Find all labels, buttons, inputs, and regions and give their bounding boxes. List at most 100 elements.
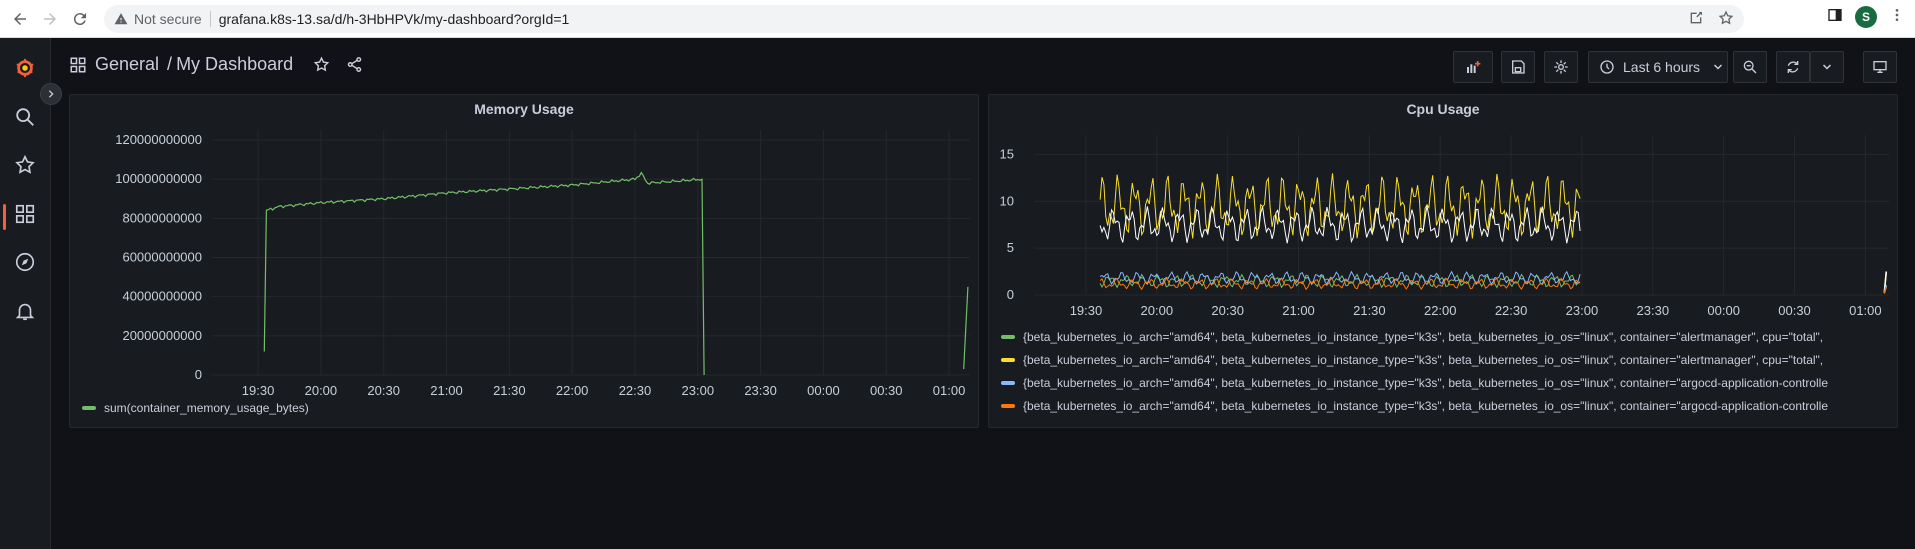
memory-series-tail[interactable] — [963, 286, 969, 370]
search-icon[interactable] — [11, 103, 39, 131]
folder-link[interactable]: General — [95, 54, 159, 75]
memory-usage-panel[interactable]: Memory Usage 0 20000000000 40000000000 6000… — [69, 94, 979, 428]
y-tick-label: 120000000000 — [115, 132, 202, 147]
y-tick-label: 0 — [1007, 287, 1014, 302]
active-indicator — [3, 204, 6, 230]
legend-swatch — [1001, 404, 1015, 408]
x-tick-label: 22:00 — [1424, 303, 1457, 318]
y-tick-label: 40000000000 — [122, 289, 202, 304]
x-tick-label: 21:30 — [493, 383, 526, 398]
gear-icon — [1554, 60, 1568, 74]
profile-avatar[interactable]: S — [1855, 6, 1877, 28]
time-picker-button[interactable]: Last 6 hours — [1588, 51, 1728, 83]
time-range-label: Last 6 hours — [1623, 59, 1701, 75]
explore-compass-icon[interactable] — [11, 248, 39, 276]
back-icon[interactable] — [8, 7, 32, 31]
x-tick-label: 22:00 — [556, 383, 589, 398]
chevron-down-icon — [1714, 64, 1723, 70]
chevron-down-icon — [1822, 64, 1832, 70]
legend-label: {beta_kubernetes_io_arch="amd64", beta_k… — [1023, 399, 1829, 413]
x-tick-label: 22:30 — [1495, 303, 1528, 318]
dashboard-title[interactable]: My Dashboard — [176, 54, 293, 75]
grafana-logo-icon[interactable] — [11, 54, 39, 82]
x-tick-label: 19:30 — [242, 383, 275, 398]
star-icon[interactable] — [313, 56, 330, 73]
sidebar — [0, 38, 51, 549]
share-icon[interactable] — [346, 56, 363, 73]
legend-item[interactable]: sum(container_memory_usage_bytes) — [82, 401, 309, 415]
legend-label: {beta_kubernetes_io_arch="amd64", beta_k… — [1023, 330, 1824, 344]
alerting-bell-icon[interactable] — [11, 297, 39, 325]
dashboard-navbar: General / My Dashboard Last 6 hours — [51, 38, 1915, 94]
forward-icon[interactable] — [38, 7, 62, 31]
x-tick-label: 01:00 — [933, 383, 966, 398]
warning-icon — [114, 12, 128, 26]
legend-item[interactable]: {beta_kubernetes_io_arch="amd64", beta_k… — [1001, 353, 1887, 367]
share-page-icon[interactable] — [1688, 10, 1704, 29]
legend-item[interactable]: {beta_kubernetes_io_arch="amd64", beta_k… — [1001, 376, 1887, 390]
more-menu-icon[interactable] — [1889, 7, 1905, 28]
x-tick-label: 20:30 — [1211, 303, 1244, 318]
refresh-icon — [1787, 61, 1799, 73]
cpu-usage-panel[interactable]: Cpu Usage 0 5 10 15 19:30 20:00 20:30 21:00 21:3… — [988, 94, 1898, 428]
legend-item[interactable]: {beta_kubernetes_io_arch="amd64", beta_k… — [1001, 399, 1887, 413]
monitor-icon — [1873, 61, 1887, 73]
reload-icon[interactable] — [68, 7, 92, 31]
x-tick-label: 00:00 — [807, 383, 840, 398]
dashboards-icon[interactable] — [11, 200, 39, 228]
save-dashboard-button[interactable] — [1501, 51, 1535, 83]
x-tick-label: 00:30 — [870, 383, 903, 398]
dashboard-settings-button[interactable] — [1544, 51, 1578, 83]
y-tick-label: 60000000000 — [122, 250, 202, 265]
legend-item[interactable]: {beta_kubernetes_io_arch="amd64", beta_k… — [1001, 330, 1887, 344]
url-text: grafana.k8s-13.sa/d/h-3HbHPVk/my-dashboa… — [218, 11, 570, 27]
x-tick-label: 22:30 — [619, 383, 652, 398]
legend-swatch — [1001, 381, 1015, 385]
x-tick-label: 00:30 — [1778, 303, 1811, 318]
save-icon — [1512, 60, 1525, 74]
x-tick-label: 00:00 — [1707, 303, 1740, 318]
x-tick-label: 23:30 — [1637, 303, 1670, 318]
cpu-series-line[interactable] — [1099, 173, 1581, 239]
y-tick-label: 0 — [195, 367, 202, 382]
y-tick-label: 5 — [1007, 240, 1014, 255]
bookmark-star-icon[interactable] — [1718, 9, 1734, 29]
legend-label: {beta_kubernetes_io_arch="amd64", beta_k… — [1023, 376, 1829, 390]
refresh-interval-button[interactable] — [1810, 51, 1844, 83]
zoom-out-icon — [1743, 60, 1757, 74]
dashboard-grid-icon — [70, 57, 86, 72]
zoom-out-button[interactable] — [1733, 51, 1767, 83]
y-tick-label: 15 — [1000, 146, 1014, 161]
y-tick-label: 100000000000 — [115, 171, 202, 186]
x-tick-label: 23:30 — [744, 383, 777, 398]
x-tick-label: 01:00 — [1849, 303, 1882, 318]
legend-label: sum(container_memory_usage_bytes) — [104, 401, 309, 415]
browser-toolbar: Not secure grafana.k8s-13.sa/d/h-3HbHPVk… — [0, 0, 1915, 38]
memory-series-line[interactable] — [263, 171, 705, 376]
x-tick-label: 21:00 — [1282, 303, 1315, 318]
refresh-button[interactable] — [1776, 51, 1810, 83]
y-tick-label: 20000000000 — [122, 328, 202, 343]
tv-mode-button[interactable] — [1863, 51, 1897, 83]
memory-usage-chart[interactable]: 0 20000000000 40000000000 60000000000 800000… — [70, 95, 978, 427]
y-tick-label: 10 — [1000, 193, 1014, 208]
x-tick-label: 20:00 — [1141, 303, 1174, 318]
x-tick-label: 23:00 — [1566, 303, 1599, 318]
x-tick-label: 19:30 — [1070, 303, 1103, 318]
y-tick-label: 80000000000 — [122, 210, 202, 225]
expand-sidebar-button[interactable] — [40, 83, 62, 105]
x-tick-label: 20:00 — [305, 383, 338, 398]
side-panel-icon[interactable] — [1827, 7, 1843, 28]
legend-label: {beta_kubernetes_io_arch="amd64", beta_k… — [1023, 353, 1824, 367]
clock-icon — [1600, 60, 1614, 74]
starred-icon[interactable] — [11, 151, 39, 179]
x-tick-label: 23:00 — [682, 383, 715, 398]
address-bar[interactable]: Not secure grafana.k8s-13.sa/d/h-3HbHPVk… — [104, 5, 1744, 33]
breadcrumb: General / My Dashboard — [69, 54, 363, 75]
security-label: Not secure — [134, 11, 202, 27]
legend-swatch — [82, 406, 96, 410]
divider — [209, 11, 211, 27]
add-panel-icon — [1467, 61, 1481, 73]
add-panel-button[interactable] — [1453, 51, 1493, 83]
legend-swatch — [1001, 335, 1015, 339]
